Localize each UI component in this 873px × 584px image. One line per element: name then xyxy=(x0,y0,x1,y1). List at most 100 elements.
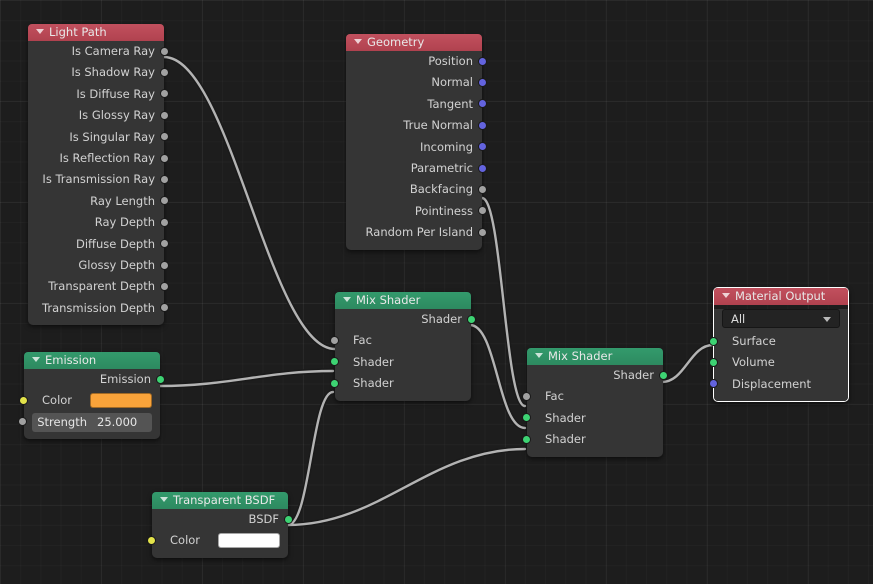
socket-row-random-per-island[interactable]: Random Per Island xyxy=(346,222,487,243)
socket-row-mix2-shader-out[interactable]: Shader xyxy=(527,365,668,386)
socket-row-emission-color[interactable]: Color xyxy=(19,390,160,411)
collapse-triangle-icon[interactable] xyxy=(160,497,168,502)
input-socket-surface[interactable] xyxy=(709,336,718,346)
socket-row-tangent[interactable]: Tangent xyxy=(346,94,487,115)
output-socket-true-normal[interactable] xyxy=(478,120,487,130)
socket-row-is-glossy-ray[interactable]: Is Glossy Ray xyxy=(28,105,169,126)
output-socket-ray-length[interactable] xyxy=(160,196,169,206)
socket-row-volume[interactable]: Volume xyxy=(709,352,848,373)
node-transparent-bsdf[interactable]: Transparent BSDF BSDF Color xyxy=(147,492,293,558)
output-socket-is-diffuse-ray[interactable] xyxy=(160,89,169,99)
socket-row-is-transmission-ray[interactable]: Is Transmission Ray xyxy=(28,169,169,190)
node-geometry[interactable]: Geometry Position Normal Tangent True No… xyxy=(346,34,487,250)
node-light-path[interactable]: Light Path Is Camera Ray Is Shadow Ray I… xyxy=(28,24,169,326)
transparent-color-swatch[interactable] xyxy=(218,533,280,549)
input-socket-mix2-fac[interactable] xyxy=(522,392,531,402)
output-socket-is-glossy-ray[interactable] xyxy=(160,110,169,120)
output-socket-backfacing[interactable] xyxy=(478,185,487,195)
output-socket-ray-depth[interactable] xyxy=(160,217,169,227)
output-socket-is-singular-ray[interactable] xyxy=(160,132,169,142)
socket-row-incoming[interactable]: Incoming xyxy=(346,137,487,158)
output-socket-mix2-shader[interactable] xyxy=(659,370,668,380)
output-socket-parametric[interactable] xyxy=(478,163,487,173)
output-socket-bsdf[interactable] xyxy=(284,514,293,524)
socket-row-ray-length[interactable]: Ray Length xyxy=(28,191,169,212)
input-socket-displacement[interactable] xyxy=(709,379,718,389)
socket-row-emission-out[interactable]: Emission xyxy=(24,369,165,390)
socket-row-diffuse-depth[interactable]: Diffuse Depth xyxy=(28,234,169,255)
output-socket-emission[interactable] xyxy=(156,374,165,384)
output-socket-mix1-shader[interactable] xyxy=(467,314,476,324)
output-socket-pointiness[interactable] xyxy=(478,206,487,216)
output-socket-position[interactable] xyxy=(478,56,487,66)
input-socket-emission-color[interactable] xyxy=(19,396,28,406)
socket-row-mix1-shader-2[interactable]: Shader xyxy=(330,373,471,394)
node-header-transparent-bsdf[interactable]: Transparent BSDF xyxy=(152,492,288,509)
input-socket-transparent-color[interactable] xyxy=(147,536,156,546)
socket-row-ray-depth[interactable]: Ray Depth xyxy=(28,212,169,233)
socket-row-position[interactable]: Position xyxy=(346,51,487,72)
socket-row-mix1-shader-1[interactable]: Shader xyxy=(330,352,471,373)
socket-row-backfacing[interactable]: Backfacing xyxy=(346,179,487,200)
socket-row-transmission-depth[interactable]: Transmission Depth xyxy=(28,298,169,319)
socket-row-glossy-depth[interactable]: Glossy Depth xyxy=(28,255,169,276)
collapse-triangle-icon[interactable] xyxy=(354,39,362,44)
output-socket-is-reflection-ray[interactable] xyxy=(160,153,169,163)
input-socket-mix1-shader-2[interactable] xyxy=(330,378,339,388)
socket-row-normal[interactable]: Normal xyxy=(346,72,487,93)
output-socket-glossy-depth[interactable] xyxy=(160,260,169,270)
collapse-triangle-icon[interactable] xyxy=(32,357,40,362)
emission-color-swatch[interactable] xyxy=(90,393,152,409)
chevron-down-icon[interactable] xyxy=(823,316,831,322)
node-mix-shader-2[interactable]: Mix Shader Shader Fac Shader Shader xyxy=(522,348,668,457)
output-socket-normal[interactable] xyxy=(478,78,487,88)
collapse-triangle-icon[interactable] xyxy=(36,29,44,34)
node-header-material-output[interactable]: Material Output xyxy=(714,288,848,305)
input-socket-volume[interactable] xyxy=(709,358,718,368)
socket-row-bsdf-out[interactable]: BSDF xyxy=(152,509,293,530)
input-socket-mix2-shader-2[interactable] xyxy=(522,434,531,444)
input-socket-strength[interactable] xyxy=(18,417,27,427)
socket-row-is-camera-ray[interactable]: Is Camera Ray xyxy=(28,41,169,62)
node-header-geometry[interactable]: Geometry xyxy=(346,34,482,51)
socket-row-mix2-fac[interactable]: Fac xyxy=(522,386,663,407)
socket-row-surface[interactable]: Surface xyxy=(709,331,848,352)
socket-row-true-normal[interactable]: True Normal xyxy=(346,115,487,136)
node-emission[interactable]: Emission Emission Color Strength 25.000 xyxy=(18,352,165,439)
output-socket-is-shadow-ray[interactable] xyxy=(160,68,169,78)
node-material-output[interactable]: Material Output All Surface Volume Displ… xyxy=(709,287,849,403)
input-socket-mix1-shader-1[interactable] xyxy=(330,357,339,367)
socket-row-is-shadow-ray[interactable]: Is Shadow Ray xyxy=(28,62,169,83)
output-socket-random-per-island[interactable] xyxy=(478,227,487,237)
socket-row-is-reflection-ray[interactable]: Is Reflection Ray xyxy=(28,148,169,169)
target-dropdown[interactable]: All xyxy=(722,309,840,328)
socket-row-mix2-shader-2[interactable]: Shader xyxy=(522,429,663,450)
node-mix-shader-1[interactable]: Mix Shader Shader Fac Shader Shader xyxy=(330,292,476,401)
output-socket-is-transmission-ray[interactable] xyxy=(160,175,169,185)
collapse-triangle-icon[interactable] xyxy=(535,353,543,358)
socket-row-pointiness[interactable]: Pointiness xyxy=(346,201,487,222)
node-header-mix-shader-1[interactable]: Mix Shader xyxy=(335,292,471,309)
socket-row-transparent-color[interactable]: Color xyxy=(147,530,288,551)
socket-row-mix1-fac[interactable]: Fac xyxy=(330,330,471,351)
node-header-emission[interactable]: Emission xyxy=(24,352,160,369)
output-socket-diffuse-depth[interactable] xyxy=(160,239,169,249)
strength-slider[interactable]: Strength 25.000 xyxy=(18,412,152,432)
input-socket-mix2-shader-1[interactable] xyxy=(522,413,531,423)
output-socket-tangent[interactable] xyxy=(478,99,487,109)
collapse-triangle-icon[interactable] xyxy=(722,293,730,298)
socket-row-is-singular-ray[interactable]: Is Singular Ray xyxy=(28,127,169,148)
node-header-mix-shader-2[interactable]: Mix Shader xyxy=(527,348,663,365)
output-socket-incoming[interactable] xyxy=(478,142,487,152)
socket-row-is-diffuse-ray[interactable]: Is Diffuse Ray xyxy=(28,84,169,105)
socket-row-mix2-shader-1[interactable]: Shader xyxy=(522,408,663,429)
input-socket-mix1-fac[interactable] xyxy=(330,336,339,346)
node-header-light-path[interactable]: Light Path xyxy=(28,24,164,41)
socket-row-mix1-shader-out[interactable]: Shader xyxy=(335,309,476,330)
output-socket-transmission-depth[interactable] xyxy=(160,303,169,313)
node-editor-canvas[interactable]: Light Path Is Camera Ray Is Shadow Ray I… xyxy=(0,0,873,584)
collapse-triangle-icon[interactable] xyxy=(343,297,351,302)
socket-row-transparent-depth[interactable]: Transparent Depth xyxy=(28,276,169,297)
output-socket-transparent-depth[interactable] xyxy=(160,281,169,291)
socket-row-parametric[interactable]: Parametric xyxy=(346,158,487,179)
